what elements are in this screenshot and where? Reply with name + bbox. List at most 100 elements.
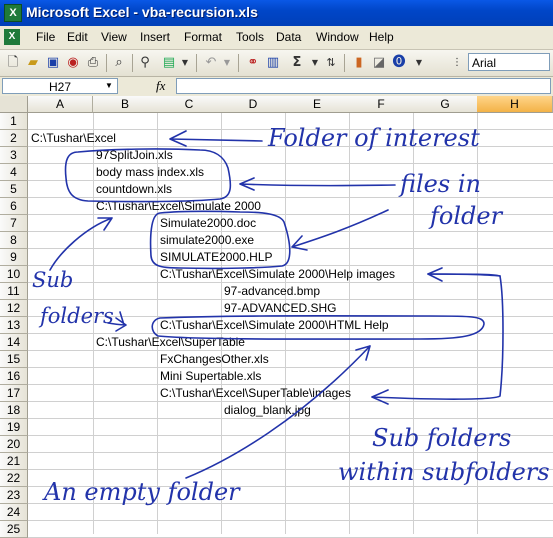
cell-c13[interactable]: C:\Tushar\Excel\Simulate 2000\HTML Help — [160, 317, 389, 334]
gridline — [28, 452, 553, 453]
cell-c7[interactable]: Simulate2000.doc — [160, 215, 256, 232]
row-header-13[interactable]: 13 — [0, 317, 28, 334]
menu-edit[interactable]: Edit — [67, 30, 88, 44]
menu-window[interactable]: Window — [316, 30, 359, 44]
cell-b5[interactable]: countdown.xls — [96, 181, 172, 198]
row-header-24[interactable]: 24 — [0, 504, 28, 521]
toolbar-separator — [238, 54, 239, 72]
standard-toolbar: 🗋 ▰ ▣ ◉ ⎙ ⌕ ⚲ ▤ ▼ ↶ ▼ ⚭ ▥ Σ ▼ ⇅ ▮ ◪ ⓿ ▼ … — [0, 50, 553, 77]
paste-dropdown-icon[interactable]: ▼ — [176, 54, 194, 72]
toolbar-separator — [344, 54, 345, 72]
cell-b6[interactable]: C:\Tushar\Excel\Simulate 2000 — [96, 198, 261, 215]
cell-d11[interactable]: 97-advanced.bmp — [224, 283, 320, 300]
toolbar-separator — [106, 54, 107, 72]
name-box[interactable]: H27 — [2, 78, 118, 94]
toolbar-options-icon[interactable]: ▼ — [410, 54, 428, 72]
undo-dropdown-icon[interactable]: ▼ — [218, 54, 236, 72]
row-header-5[interactable]: 5 — [0, 181, 28, 198]
font-name-select[interactable]: Arial — [468, 53, 550, 71]
toolbar-separator — [196, 54, 197, 72]
formula-bar: H27 ▼ fx — [0, 77, 553, 97]
column-header-c[interactable]: C — [157, 96, 222, 113]
excel-app-icon[interactable]: X — [4, 4, 22, 22]
menu-data[interactable]: Data — [276, 30, 301, 44]
hyperlink-icon[interactable]: ⚭ — [244, 54, 262, 72]
menu-insert[interactable]: Insert — [140, 30, 170, 44]
row-header-18[interactable]: 18 — [0, 402, 28, 419]
row-header-23[interactable]: 23 — [0, 487, 28, 504]
sort-ascending-icon[interactable]: ⇅ — [322, 54, 340, 72]
row-header-6[interactable]: 6 — [0, 198, 28, 215]
toolbar-grip-icon[interactable]: ⋮ — [448, 54, 466, 72]
row-header-20[interactable]: 20 — [0, 436, 28, 453]
row-header-9[interactable]: 9 — [0, 249, 28, 266]
column-header-d[interactable]: D — [221, 96, 286, 113]
column-header-f[interactable]: F — [349, 96, 414, 113]
row-header-3[interactable]: 3 — [0, 147, 28, 164]
annotation-sub: Sub — [32, 268, 74, 292]
select-all-corner[interactable] — [0, 96, 28, 113]
workbook-icon[interactable]: X — [4, 29, 20, 45]
gridline — [28, 248, 553, 249]
toolbar-separator — [132, 54, 133, 72]
cell-c8[interactable]: simulate2000.exe — [160, 232, 254, 249]
row-header-15[interactable]: 15 — [0, 351, 28, 368]
cell-c16[interactable]: Mini Supertable.xls — [160, 368, 261, 385]
menu-view[interactable]: View — [101, 30, 127, 44]
annotation-folders: folders — [40, 304, 114, 328]
research-icon[interactable]: ⚲ — [136, 54, 154, 72]
menu-file[interactable]: File — [36, 30, 55, 44]
chart-icon[interactable]: ▮ — [350, 54, 368, 72]
row-header-17[interactable]: 17 — [0, 385, 28, 402]
row-header-11[interactable]: 11 — [0, 283, 28, 300]
formula-input[interactable] — [176, 78, 551, 94]
window-title: Microsoft Excel - vba-recursion.xls — [26, 4, 258, 20]
menu-help[interactable]: Help — [369, 30, 394, 44]
drawing-icon[interactable]: ◪ — [370, 54, 388, 72]
title-bar: X Microsoft Excel - vba-recursion.xls — [0, 0, 553, 26]
row-header-2[interactable]: 2 — [0, 130, 28, 147]
chart-wizard-icon[interactable]: ▥ — [264, 54, 282, 72]
cell-c9[interactable]: SIMULATE2000.HLP — [160, 249, 273, 266]
column-header-a[interactable]: A — [28, 96, 93, 113]
column-header-h[interactable]: H — [477, 96, 553, 113]
new-document-icon[interactable]: 🗋 — [4, 54, 22, 72]
column-header-b[interactable]: B — [93, 96, 158, 113]
row-header-4[interactable]: 4 — [0, 164, 28, 181]
row-header-14[interactable]: 14 — [0, 334, 28, 351]
row-header-25[interactable]: 25 — [0, 521, 28, 538]
cell-c15[interactable]: FxChangesOther.xls — [160, 351, 269, 368]
help-icon[interactable]: ⓿ — [390, 54, 408, 72]
row-header-21[interactable]: 21 — [0, 453, 28, 470]
permission-icon[interactable]: ◉ — [64, 54, 82, 72]
print-preview-icon[interactable]: ⌕ — [110, 54, 128, 72]
row-header-16[interactable]: 16 — [0, 368, 28, 385]
cell-c17[interactable]: C:\Tushar\Excel\SuperTable\images — [160, 385, 351, 402]
row-header-8[interactable]: 8 — [0, 232, 28, 249]
cell-c10[interactable]: C:\Tushar\Excel\Simulate 2000\Help image… — [160, 266, 395, 283]
row-header-7[interactable]: 7 — [0, 215, 28, 232]
cell-b4[interactable]: body mass index.xls — [96, 164, 204, 181]
row-header-1[interactable]: 1 — [0, 113, 28, 130]
cell-b14[interactable]: C:\Tushar\Excel\SuperTable — [96, 334, 245, 351]
name-box-dropdown-icon[interactable]: ▼ — [102, 79, 116, 93]
column-header-g[interactable]: G — [413, 96, 478, 113]
menu-tools[interactable]: Tools — [236, 30, 264, 44]
row-header-12[interactable]: 12 — [0, 300, 28, 317]
row-header-19[interactable]: 19 — [0, 419, 28, 436]
menu-format[interactable]: Format — [184, 30, 222, 44]
autosum-icon[interactable]: Σ — [288, 54, 306, 72]
save-icon[interactable]: ▣ — [44, 54, 62, 72]
insert-function-icon[interactable]: fx — [156, 78, 165, 94]
cell-b3[interactable]: 97SplitJoin.xls — [96, 147, 173, 164]
menu-bar: X File Edit View Insert Format Tools Dat… — [0, 26, 553, 50]
open-folder-icon[interactable]: ▰ — [24, 54, 42, 72]
row-header-10[interactable]: 10 — [0, 266, 28, 283]
cell-a2[interactable]: C:\Tushar\Excel — [31, 130, 116, 147]
cell-d18[interactable]: dialog_blank.jpg — [224, 402, 311, 419]
row-header-22[interactable]: 22 — [0, 470, 28, 487]
column-header-e[interactable]: E — [285, 96, 350, 113]
print-icon[interactable]: ⎙ — [84, 54, 102, 72]
annotation-within-subfolders: within subfolders — [338, 458, 550, 486]
cell-d12[interactable]: 97-ADVANCED.SHG — [224, 300, 336, 317]
